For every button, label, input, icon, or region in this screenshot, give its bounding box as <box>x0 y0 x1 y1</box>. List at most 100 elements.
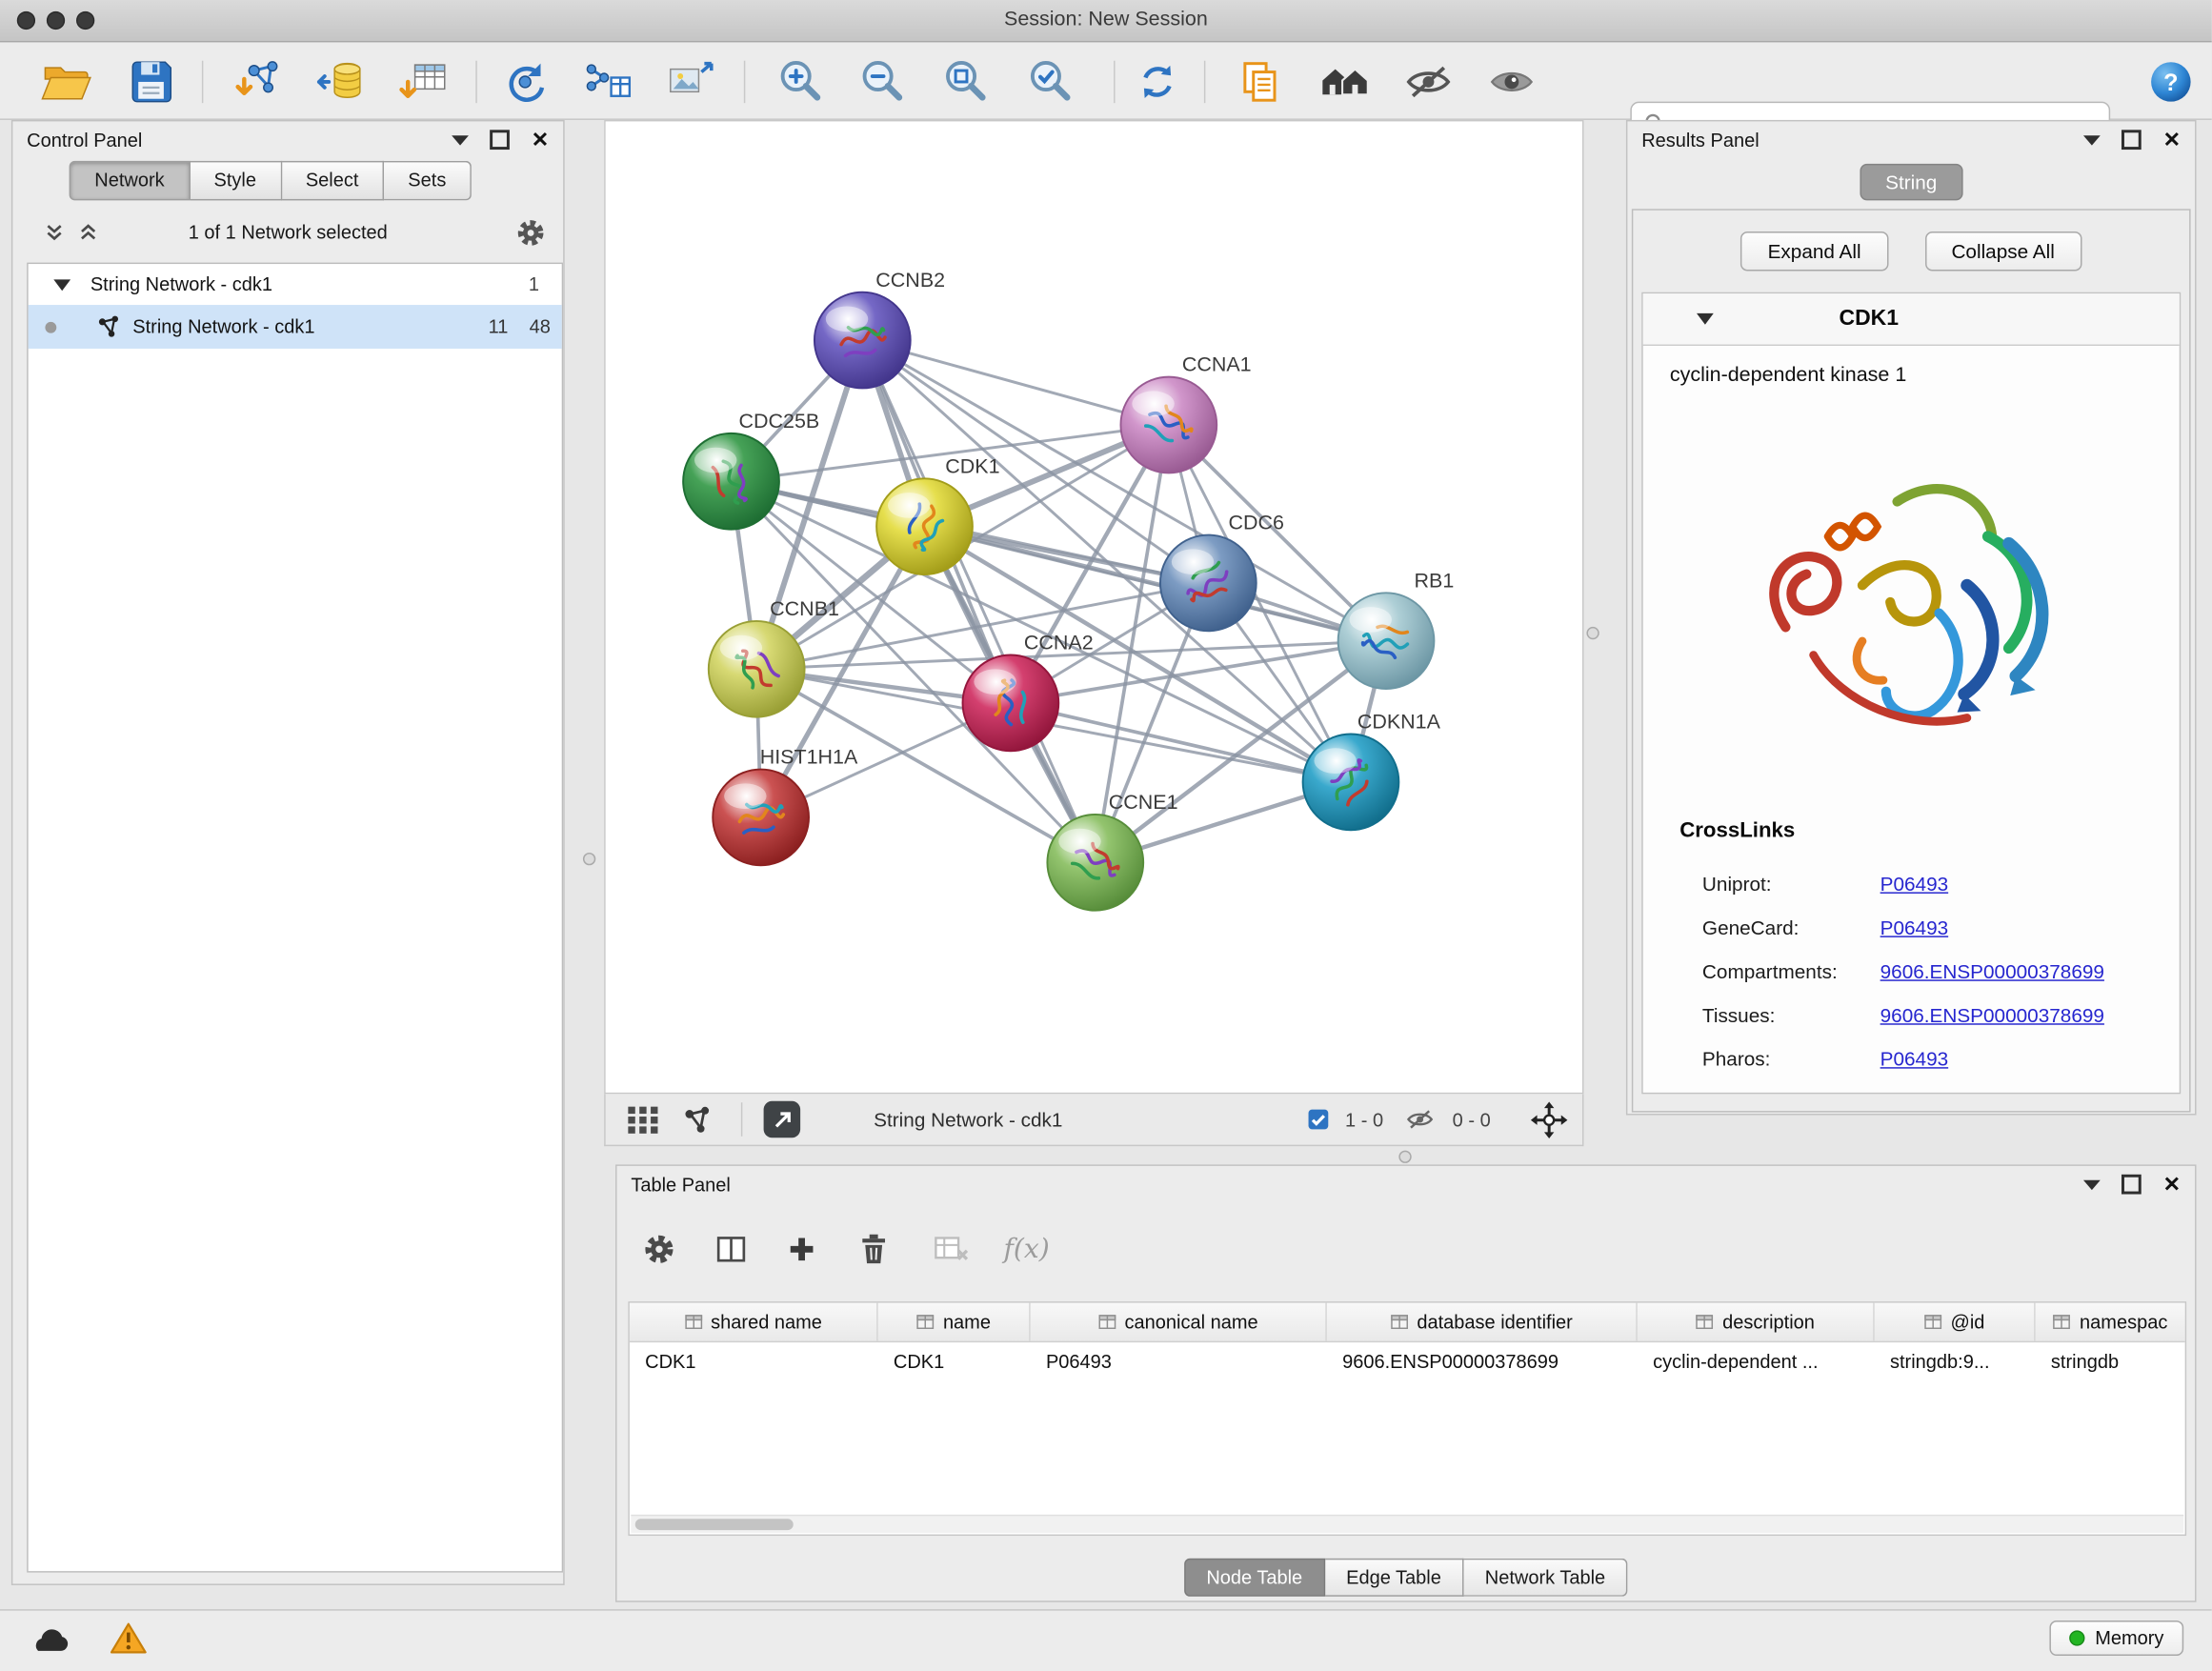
cloud-icon[interactable] <box>29 1621 70 1660</box>
cell-namespace[interactable]: stringdb <box>2036 1351 2185 1372</box>
column-header[interactable]: @id <box>1875 1303 2036 1341</box>
panel-menu-icon[interactable] <box>2084 135 2101 145</box>
splitter-handle[interactable] <box>583 853 595 865</box>
float-panel-icon[interactable] <box>491 130 511 150</box>
splitter-handle[interactable] <box>1398 1151 1411 1163</box>
network-node-RB1[interactable]: RB1 <box>1338 569 1455 689</box>
open-file-button[interactable] <box>35 55 97 109</box>
close-panel-icon[interactable]: ✕ <box>532 130 550 151</box>
delete-column-icon[interactable] <box>858 1233 890 1267</box>
tab-select[interactable]: Select <box>282 161 384 200</box>
new-network-button[interactable] <box>494 55 556 109</box>
status-bar: Memory <box>0 1609 2212 1671</box>
float-panel-icon[interactable] <box>2122 1175 2142 1195</box>
tab-network[interactable]: Network <box>70 161 191 200</box>
home-button[interactable] <box>1314 55 1376 109</box>
column-header[interactable]: name <box>878 1303 1031 1341</box>
export-image-button[interactable] <box>659 55 721 109</box>
network-node-CDK1[interactable]: CDK1 <box>876 454 999 574</box>
selected-checkbox-icon[interactable] <box>1307 1094 1330 1144</box>
refresh-button[interactable] <box>1126 55 1188 109</box>
crosslink-link[interactable]: P06493 <box>1880 1047 1949 1070</box>
network-collection-row[interactable]: String Network - cdk1 1 <box>29 264 562 305</box>
add-column-icon[interactable] <box>786 1234 817 1265</box>
close-panel-icon[interactable]: ✕ <box>2163 1174 2182 1195</box>
copy-documents-button[interactable] <box>1230 55 1292 109</box>
float-panel-icon[interactable] <box>2122 130 2142 150</box>
network-node-label: HIST1H1A <box>760 746 858 769</box>
memory-button[interactable]: Memory <box>2050 1621 2183 1656</box>
function-builder-button[interactable]: f(x) <box>1003 1234 1049 1265</box>
panel-menu-icon[interactable] <box>452 135 470 145</box>
network-node-CCNA1[interactable]: CCNA1 <box>1120 353 1251 473</box>
close-panel-icon[interactable]: ✕ <box>2163 130 2182 151</box>
table-header-row: shared name name canonical name database… <box>630 1303 2185 1342</box>
cell-database-identifier[interactable]: 9606.ENSP00000378699 <box>1327 1351 1638 1372</box>
import-database-button[interactable] <box>309 55 371 109</box>
cell-description[interactable]: cyclin-dependent ... <box>1638 1351 1875 1372</box>
tab-network-table[interactable]: Network Table <box>1464 1559 1628 1597</box>
minimize-window-button[interactable] <box>47 11 65 30</box>
network-view[interactable]: CCNB2CCNA1CDC25BCDK1CDC6RB1CCNB1CCNA2CDK… <box>604 120 1583 1094</box>
zoom-in-button[interactable] <box>770 55 832 109</box>
network-from-table-button[interactable] <box>576 55 638 109</box>
open-in-new-button[interactable] <box>764 1094 801 1144</box>
crosslink-link[interactable]: P06493 <box>1880 916 1949 938</box>
protein-card-header[interactable]: CDK1 <box>1643 293 2180 346</box>
column-header[interactable]: canonical name <box>1031 1303 1327 1341</box>
cell-canonical-name[interactable]: P06493 <box>1031 1351 1327 1372</box>
zoom-window-button[interactable] <box>76 11 94 30</box>
network-edge[interactable] <box>1011 703 1351 782</box>
horizontal-scrollbar[interactable] <box>631 1515 2183 1533</box>
tab-sets[interactable]: Sets <box>384 161 472 200</box>
show-button[interactable] <box>1480 55 1542 109</box>
network-node-CCNB2[interactable]: CCNB2 <box>814 269 945 389</box>
hide-selected-button[interactable] <box>1398 55 1459 109</box>
zoom-selected-button[interactable] <box>1019 55 1081 109</box>
tab-edge-table[interactable]: Edge Table <box>1325 1559 1464 1597</box>
panel-menu-icon[interactable] <box>2084 1179 2101 1189</box>
pan-crosshair-icon[interactable] <box>1530 1094 1568 1144</box>
protein-structure-image <box>1729 418 2093 788</box>
grid-view-icon[interactable] <box>625 1094 660 1144</box>
expand-collapse-icon[interactable] <box>53 279 70 291</box>
cell-name[interactable]: CDK1 <box>878 1351 1031 1372</box>
documents-icon <box>1237 58 1284 106</box>
save-session-button[interactable] <box>120 55 182 109</box>
import-network-button[interactable] <box>228 55 290 109</box>
import-table-button[interactable] <box>392 55 454 109</box>
expand-all-button[interactable]: Expand All <box>1740 232 1887 271</box>
control-panel: Control Panel ✕ Network Style Select Set… <box>11 120 565 1585</box>
scrollbar-thumb[interactable] <box>635 1519 794 1530</box>
column-header[interactable]: description <box>1638 1303 1875 1341</box>
column-header[interactable]: database identifier <box>1327 1303 1638 1341</box>
network-share-icon[interactable] <box>682 1094 714 1144</box>
column-header[interactable]: shared name <box>630 1303 878 1341</box>
tab-string[interactable]: String <box>1860 164 1962 201</box>
crosslink-link[interactable]: 9606.ENSP00000378699 <box>1880 959 2104 982</box>
zoom-in-icon <box>776 58 824 106</box>
network-node-HIST1H1A[interactable]: HIST1H1A <box>713 746 858 866</box>
zoom-fit-button[interactable] <box>935 55 996 109</box>
warning-icon[interactable] <box>109 1621 148 1661</box>
zoom-out-button[interactable] <box>851 55 913 109</box>
close-window-button[interactable] <box>17 11 35 30</box>
tab-node-table[interactable]: Node Table <box>1184 1559 1325 1597</box>
table-options-gear-icon[interactable] <box>642 1233 676 1267</box>
help-button[interactable]: ? <box>2147 55 2195 109</box>
tab-style[interactable]: Style <box>190 161 281 200</box>
control-panel-title: Control Panel <box>27 130 142 151</box>
crosslink-link[interactable]: P06493 <box>1880 872 1949 895</box>
network-row[interactable]: String Network - cdk1 11 48 <box>29 305 562 349</box>
column-header[interactable]: namespac <box>2036 1303 2185 1341</box>
hidden-eye-slash-icon[interactable] <box>1404 1094 1436 1144</box>
cell-id[interactable]: stringdb:9... <box>1875 1351 2036 1372</box>
network-node-CDC25B[interactable]: CDC25B <box>683 410 819 530</box>
cell-shared-name[interactable]: CDK1 <box>630 1351 878 1372</box>
show-columns-icon[interactable] <box>714 1234 749 1265</box>
collapse-all-button[interactable]: Collapse All <box>1924 232 2081 271</box>
table-row[interactable]: CDK1 CDK1 P06493 9606.ENSP00000378699 cy… <box>630 1342 2185 1380</box>
crosslink-link[interactable]: 9606.ENSP00000378699 <box>1880 1003 2104 1026</box>
network-options-gear-icon[interactable] <box>515 217 547 255</box>
splitter-handle[interactable] <box>1586 627 1599 639</box>
